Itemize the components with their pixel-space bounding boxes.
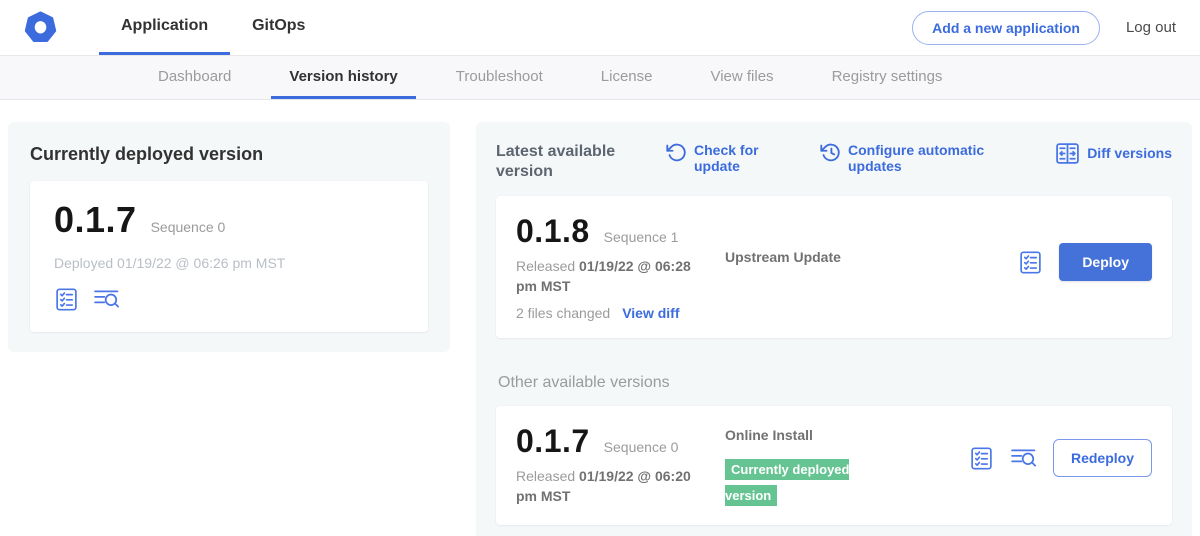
current-version-card: 0.1.7 Sequence 0 Deployed 01/19/22 @ 06:…: [30, 181, 428, 332]
subnav-tab-license[interactable]: License: [583, 56, 671, 99]
tab-gitops[interactable]: GitOps: [230, 0, 327, 55]
diff-versions-link[interactable]: Diff versions: [1055, 142, 1172, 165]
current-version-row: 0.1.7 Sequence 0: [54, 199, 404, 241]
checklist-icon: [1018, 250, 1043, 275]
available-versions-panel: Latest available version Check for updat…: [476, 122, 1192, 536]
version-source-label: Upstream Update: [725, 249, 841, 265]
checklist-icon: [969, 446, 994, 471]
version-source-column: Upstream Update: [725, 213, 1006, 267]
check-for-update-label: Check for update: [694, 142, 768, 174]
version-info-column: 0.1.7 Sequence 0 Released 01/19/22 @ 06:…: [516, 423, 701, 506]
latest-available-title: Latest available version: [496, 142, 622, 182]
logs-magnifier-icon: [1010, 446, 1037, 471]
currently-deployed-panel: Currently deployed version 0.1.7 Sequenc…: [8, 122, 450, 352]
version-row: 0.1.7 Sequence 0: [516, 423, 701, 460]
rotate-ccw-icon: [666, 142, 687, 163]
configure-automatic-updates-label: Configure automatic updates: [848, 142, 988, 174]
redeploy-button[interactable]: Redeploy: [1053, 439, 1152, 477]
other-versions-title: Other available versions: [498, 374, 1172, 392]
current-version-actions: [54, 287, 404, 312]
app-logo[interactable]: [24, 0, 57, 55]
preflight-checks-button[interactable]: [1018, 250, 1043, 275]
current-version-number: 0.1.7: [54, 199, 137, 241]
version-sequence: Sequence 0: [604, 439, 679, 455]
view-deploy-logs-button[interactable]: [1010, 446, 1037, 471]
current-version-sequence: Sequence 0: [151, 219, 226, 235]
diff-versions-label: Diff versions: [1087, 145, 1172, 161]
top-navbar: Application GitOps Add a new application…: [0, 0, 1200, 56]
main-content: Currently deployed version 0.1.7 Sequenc…: [0, 100, 1200, 536]
currently-deployed-badge: Currently deployed version: [725, 459, 849, 506]
diff-columns-icon: [1055, 142, 1080, 165]
version-actions: Deploy: [1018, 243, 1152, 281]
app-logo-icon: [24, 11, 57, 44]
version-source-label: Online Install: [725, 427, 813, 443]
preflight-checks-button[interactable]: [54, 287, 79, 312]
deploy-button[interactable]: Deploy: [1059, 243, 1152, 281]
configure-automatic-updates-link[interactable]: Configure automatic updates: [820, 142, 988, 174]
view-deploy-logs-button[interactable]: [93, 287, 120, 312]
currently-deployed-title: Currently deployed version: [30, 144, 428, 165]
add-new-application-button[interactable]: Add a new application: [912, 11, 1100, 45]
topnav-right: Add a new application Log out: [912, 0, 1176, 55]
version-actions: Redeploy: [969, 439, 1152, 477]
clock-refresh-icon: [820, 142, 841, 163]
version-number: 0.1.7: [516, 423, 590, 460]
deployed-timestamp: Deployed 01/19/22 @ 06:26 pm MST: [54, 255, 404, 271]
released-timestamp: Released 01/19/22 @ 06:28 pm MST: [516, 257, 701, 296]
subnav-tab-dashboard[interactable]: Dashboard: [140, 56, 249, 99]
subnav-tab-version-history[interactable]: Version history: [271, 56, 415, 99]
topnav-tabs: Application GitOps: [99, 0, 327, 55]
tab-application[interactable]: Application: [99, 0, 230, 55]
checklist-icon: [54, 287, 79, 312]
version-row: 0.1.8 Sequence 1: [516, 213, 701, 250]
version-number: 0.1.8: [516, 213, 590, 250]
subnav-tab-registry-settings[interactable]: Registry settings: [814, 56, 961, 99]
subnav-tab-troubleshoot[interactable]: Troubleshoot: [438, 56, 561, 99]
subnav-tab-view-files[interactable]: View files: [692, 56, 791, 99]
app-subnav: Dashboard Version history Troubleshoot L…: [0, 56, 1200, 100]
version-card-0-1-8: 0.1.8 Sequence 1 Released 01/19/22 @ 06:…: [496, 196, 1172, 338]
currently-deployed-badge-wrap: Currently deployed version: [725, 457, 875, 508]
logout-link[interactable]: Log out: [1126, 19, 1176, 36]
files-changed-row: 2 files changed View diff: [516, 305, 701, 321]
version-source-column: Online Install Currently deployed versio…: [725, 423, 957, 508]
latest-version-header: Latest available version Check for updat…: [496, 142, 1172, 182]
logs-magnifier-icon: [93, 287, 120, 312]
check-for-update-link[interactable]: Check for update: [666, 142, 768, 174]
released-timestamp: Released 01/19/22 @ 06:20 pm MST: [516, 467, 701, 506]
version-sequence: Sequence 1: [604, 229, 679, 245]
preflight-checks-button[interactable]: [969, 446, 994, 471]
version-info-column: 0.1.8 Sequence 1 Released 01/19/22 @ 06:…: [516, 213, 701, 321]
files-changed-label: 2 files changed: [516, 305, 610, 321]
view-diff-link[interactable]: View diff: [622, 305, 679, 321]
version-card-0-1-7: 0.1.7 Sequence 0 Released 01/19/22 @ 06:…: [496, 406, 1172, 525]
